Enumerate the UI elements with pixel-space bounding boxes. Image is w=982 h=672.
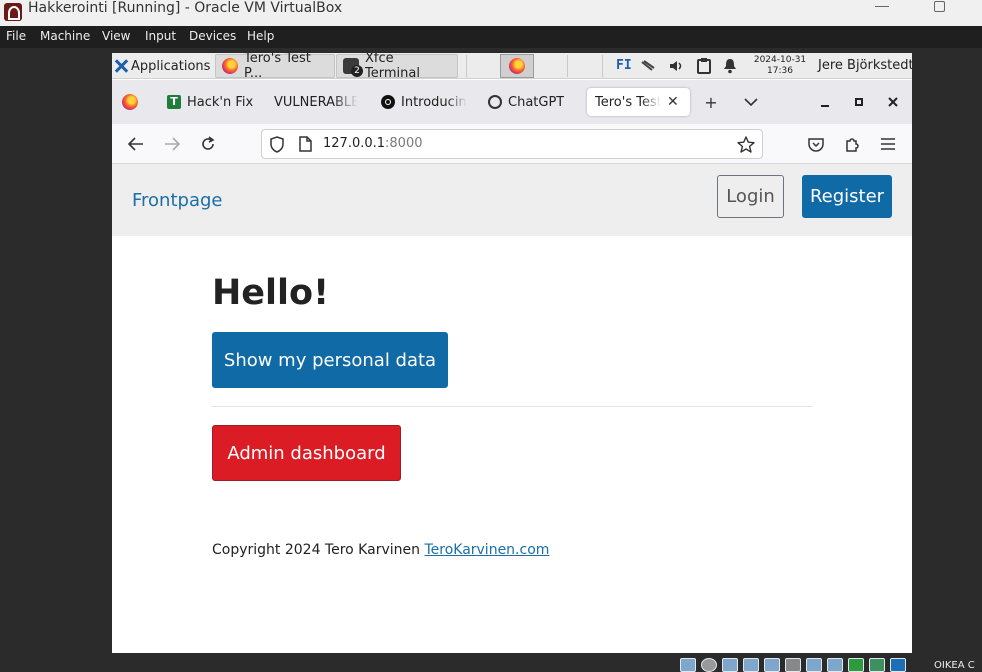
minimize-icon[interactable] <box>875 6 889 7</box>
list-tabs-icon[interactable] <box>742 93 760 111</box>
window-minimize-icon[interactable] <box>816 93 834 111</box>
taskbar-item-label: Tero's Test P... <box>244 53 311 81</box>
admin-dashboard-button[interactable]: Admin dashboard <box>212 425 401 481</box>
terminal-icon: 2 <box>343 58 363 77</box>
tab-label: Tero's Test I <box>595 94 661 110</box>
url-bar[interactable]: 127.0.0.1:8000 <box>261 129 763 159</box>
audio-icon[interactable] <box>722 658 738 672</box>
panel-separator <box>567 55 568 77</box>
clock-date: 2024-10-31 <box>753 55 807 65</box>
tab-t-icon: T <box>167 95 181 109</box>
site-navbar: Frontpage Login Register <box>112 164 912 236</box>
shared-folder-icon[interactable] <box>785 658 801 672</box>
menu-input[interactable]: Input <box>145 29 176 43</box>
register-button[interactable]: Register <box>802 175 892 218</box>
forward-arrow-icon[interactable] <box>162 134 182 154</box>
clock-time: 17:36 <box>767 66 793 76</box>
close-tab-icon[interactable]: ✕ <box>667 94 679 110</box>
back-arrow-icon[interactable] <box>126 134 146 154</box>
applications-label: Applications <box>131 58 211 74</box>
tab-introducing[interactable]: Introducin <box>381 88 467 116</box>
menu-help[interactable]: Help <box>247 29 274 43</box>
divider <box>212 406 812 407</box>
clock[interactable]: 2024-10-31 17:36 <box>748 55 812 77</box>
storage-icon[interactable] <box>680 658 696 672</box>
volume-icon[interactable] <box>669 58 685 74</box>
xfce-panel: Applications Tero's Test P... 2 Xfce Ter… <box>112 53 912 81</box>
host-key-label: OIKEA C <box>934 660 975 671</box>
display-icon[interactable] <box>806 658 822 672</box>
firefox-icon <box>222 58 238 74</box>
page-info-icon[interactable] <box>298 136 312 156</box>
firefox-launcher[interactable] <box>500 54 534 78</box>
window-count-badge: 2 <box>351 65 363 77</box>
browser-navbar: 127.0.0.1:8000 <box>112 124 912 164</box>
keyboard-capture-icon[interactable] <box>890 658 906 672</box>
clipboard-icon[interactable] <box>696 58 712 74</box>
tab-chatgpt[interactable]: ChatGPT <box>488 88 588 116</box>
tab-label: ChatGPT <box>508 94 565 110</box>
notification-bell-icon[interactable] <box>722 58 738 74</box>
tab-hackn-fix[interactable]: T Hack'n Fix <box>167 88 267 116</box>
menu-devices[interactable]: Devices <box>189 29 236 43</box>
guest-display: Applications Tero's Test P... 2 Xfce Ter… <box>112 53 912 653</box>
cpu-icon[interactable] <box>848 658 864 672</box>
tab-teros-test[interactable]: Tero's Test I ✕ <box>587 88 690 116</box>
panel-separator <box>602 55 603 77</box>
hamburger-menu-icon[interactable] <box>878 134 898 154</box>
xfce-logo-icon <box>114 59 128 73</box>
chatgpt-icon <box>488 95 502 109</box>
tab-label: VULNERABLE <box>274 94 358 110</box>
page-heading: Hello! <box>212 273 330 313</box>
browser-tab-strip: T Hack'n Fix VULNERABLE Introducin ChatG… <box>112 80 912 124</box>
tab-label: Hack'n Fix <box>187 94 254 110</box>
maximize-icon[interactable] <box>934 1 945 12</box>
footer-text: Copyright 2024 Tero Karvinen <box>212 542 425 558</box>
footer-link[interactable]: TeroKarvinen.com <box>424 542 549 558</box>
tab-vulnerable[interactable]: VULNERABLE <box>274 88 358 116</box>
tab-label: Introducin <box>401 94 467 110</box>
network-adapter-icon[interactable] <box>743 658 759 672</box>
virtualbox-logo-icon <box>4 3 22 21</box>
show-personal-data-button[interactable]: Show my personal data <box>212 332 448 388</box>
url-port: :8000 <box>385 136 423 151</box>
firefox-view-button[interactable] <box>122 94 138 110</box>
web-page: Frontpage Login Register Hello! Show my … <box>112 164 912 653</box>
window-close-icon[interactable] <box>884 93 902 111</box>
host-status-tray <box>680 658 906 672</box>
firefox-icon <box>509 58 525 74</box>
menu-view[interactable]: View <box>102 29 130 43</box>
circle-icon <box>381 95 395 109</box>
url-text[interactable]: 127.0.0.1:8000 <box>323 136 423 151</box>
url-host: 127.0.0.1 <box>323 136 386 151</box>
footer: Copyright 2024 Tero Karvinen TeroKarvine… <box>212 542 549 558</box>
user-menu[interactable]: Jere Björkstedt <box>818 58 912 73</box>
taskbar-item-label: Xfce Terminal <box>365 53 420 81</box>
host-window-title: Hakkerointi [Running] - Oracle VM Virtua… <box>28 0 343 16</box>
frontpage-link[interactable]: Frontpage <box>132 190 222 211</box>
applications-menu[interactable]: Applications <box>114 56 210 76</box>
reload-icon[interactable] <box>198 134 218 154</box>
recording-icon[interactable] <box>827 658 843 672</box>
optical-drive-icon[interactable] <box>701 658 717 672</box>
firefox-icon <box>122 94 138 110</box>
extensions-icon[interactable] <box>842 134 862 154</box>
shield-icon[interactable] <box>269 136 285 157</box>
bookmark-star-icon[interactable] <box>737 136 755 157</box>
taskbar-item-firefox[interactable]: Tero's Test P... <box>215 53 335 81</box>
keyboard-layout-indicator[interactable]: FI <box>616 58 632 73</box>
usb-icon[interactable] <box>764 658 780 672</box>
mouse-integration-icon[interactable] <box>869 658 885 672</box>
host-menubar: File Machine View Input Devices Help <box>0 26 982 48</box>
network-icon[interactable] <box>640 58 656 74</box>
login-button[interactable]: Login <box>717 175 784 218</box>
pocket-icon[interactable] <box>806 134 826 154</box>
host-titlebar: Hakkerointi [Running] - Oracle VM Virtua… <box>0 0 982 26</box>
menu-machine[interactable]: Machine <box>40 29 90 43</box>
new-tab-icon[interactable]: + <box>702 93 720 112</box>
window-maximize-icon[interactable] <box>850 93 868 111</box>
panel-separator <box>466 55 467 77</box>
menu-file[interactable]: File <box>6 29 26 43</box>
taskbar-item-terminal[interactable]: 2 Xfce Terminal <box>336 53 458 81</box>
